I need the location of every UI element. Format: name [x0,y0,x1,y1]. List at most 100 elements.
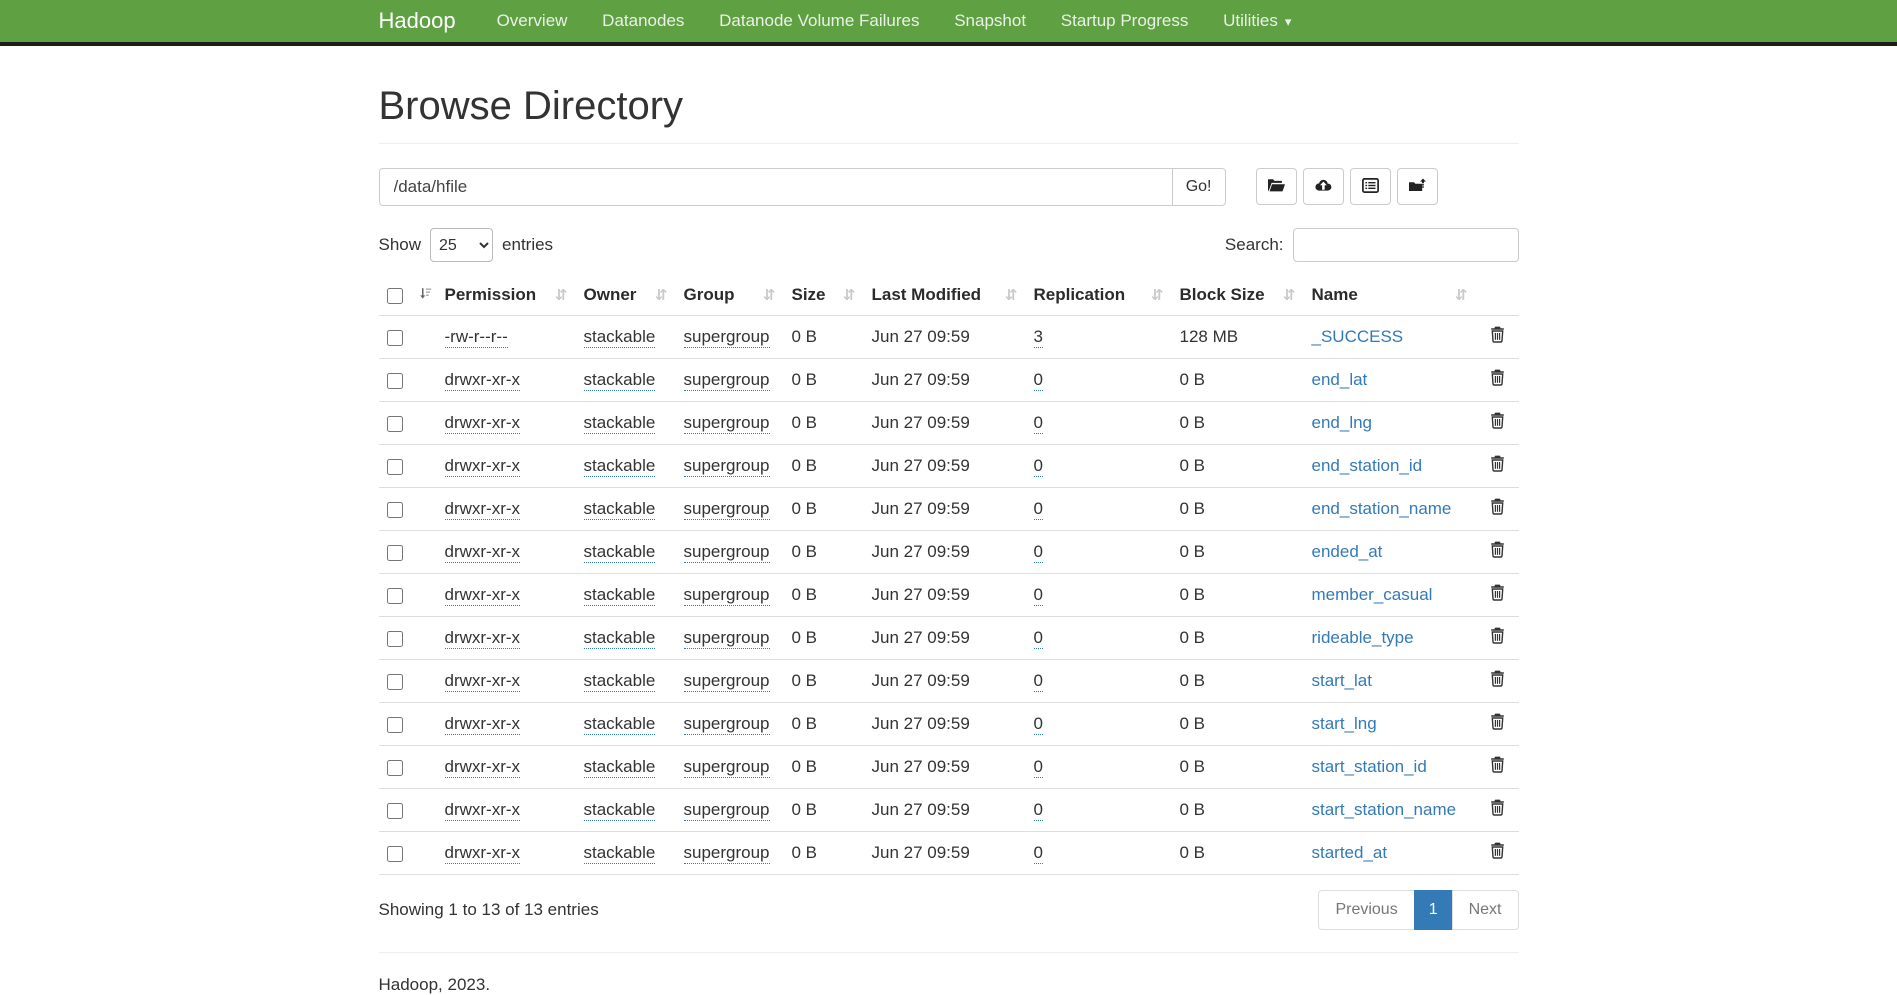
row-checkbox[interactable] [387,416,403,432]
directory-path-input[interactable] [379,168,1173,206]
delete-button[interactable] [1490,498,1505,515]
page-size-select[interactable]: 25 [430,228,493,262]
file-name-link[interactable]: start_lat [1312,671,1372,690]
header-replication[interactable]: Replication ⇵ [1026,275,1172,316]
search-input[interactable] [1293,228,1519,262]
row-checkbox[interactable] [387,502,403,518]
delete-button[interactable] [1490,842,1505,859]
brand-hadoop[interactable]: Hadoop [379,8,456,34]
row-checkbox[interactable] [387,760,403,776]
owner-value[interactable]: stackable [584,413,656,434]
group-value[interactable]: supergroup [684,671,770,692]
row-checkbox[interactable] [387,373,403,389]
nav-item-datanodes[interactable]: Datanodes [587,11,699,31]
owner-value[interactable]: stackable [584,757,656,778]
row-checkbox[interactable] [387,545,403,561]
file-name-link[interactable]: member_casual [1312,585,1433,604]
replication-value[interactable]: 0 [1034,628,1043,649]
header-last-modified[interactable]: Last Modified ⇵ [864,275,1026,316]
replication-value[interactable]: 0 [1034,843,1043,864]
owner-value[interactable]: stackable [584,327,656,348]
permission-value[interactable]: drwxr-xr-x [445,843,521,864]
group-value[interactable]: supergroup [684,370,770,391]
delete-button[interactable] [1490,369,1505,386]
owner-value[interactable]: stackable [584,714,656,735]
move-to-trash-toggle-button[interactable] [1397,168,1438,205]
group-value[interactable]: supergroup [684,413,770,434]
file-name-link[interactable]: start_station_name [1312,800,1457,819]
group-value[interactable]: supergroup [684,757,770,778]
header-block-size[interactable]: Block Size ⇵ [1172,275,1304,316]
delete-button[interactable] [1490,670,1505,687]
replication-value[interactable]: 0 [1034,370,1043,391]
delete-button[interactable] [1490,541,1505,558]
owner-value[interactable]: stackable [584,585,656,606]
delete-button[interactable] [1490,326,1505,343]
owner-value[interactable]: stackable [584,800,656,821]
permission-value[interactable]: drwxr-xr-x [445,413,521,434]
owner-value[interactable]: stackable [584,542,656,563]
replication-value[interactable]: 0 [1034,499,1043,520]
row-checkbox[interactable] [387,588,403,604]
create-directory-button[interactable] [1256,168,1297,205]
header-size[interactable]: Size ⇵ [784,275,864,316]
group-value[interactable]: supergroup [684,327,770,348]
delete-button[interactable] [1490,584,1505,601]
file-name-link[interactable]: start_lng [1312,714,1377,733]
group-value[interactable]: supergroup [684,585,770,606]
permission-value[interactable]: drwxr-xr-x [445,714,521,735]
owner-value[interactable]: stackable [584,456,656,477]
permission-value[interactable]: -rw-r--r-- [445,327,508,348]
row-checkbox[interactable] [387,803,403,819]
owner-value[interactable]: stackable [584,843,656,864]
group-value[interactable]: supergroup [684,542,770,563]
cut-paste-button[interactable] [1350,168,1391,205]
owner-value[interactable]: stackable [584,499,656,520]
group-value[interactable]: supergroup [684,456,770,477]
delete-button[interactable] [1490,799,1505,816]
select-all-checkbox[interactable] [387,288,403,304]
permission-value[interactable]: drwxr-xr-x [445,456,521,477]
row-checkbox[interactable] [387,330,403,346]
permission-value[interactable]: drwxr-xr-x [445,585,521,606]
header-group[interactable]: Group ⇵ [676,275,784,316]
group-value[interactable]: supergroup [684,800,770,821]
nav-item-overview[interactable]: Overview [482,11,583,31]
upload-file-button[interactable] [1303,168,1344,205]
group-value[interactable]: supergroup [684,628,770,649]
go-button[interactable]: Go! [1172,168,1226,206]
header-name[interactable]: Name ⇵ [1304,275,1476,316]
row-checkbox[interactable] [387,631,403,647]
permission-value[interactable]: drwxr-xr-x [445,542,521,563]
header-permission[interactable]: Permission ⇵ [437,275,576,316]
row-checkbox[interactable] [387,846,403,862]
file-name-link[interactable]: end_station_id [1312,456,1423,475]
nav-item-utilities-dropdown[interactable]: Utilities ▾ [1208,11,1306,31]
row-checkbox[interactable] [387,674,403,690]
group-value[interactable]: supergroup [684,843,770,864]
replication-value[interactable]: 0 [1034,542,1043,563]
file-name-link[interactable]: rideable_type [1312,628,1414,647]
replication-value[interactable]: 0 [1034,757,1043,778]
previous-page-button[interactable]: Previous [1318,890,1414,930]
permission-value[interactable]: drwxr-xr-x [445,757,521,778]
owner-value[interactable]: stackable [584,671,656,692]
row-checkbox[interactable] [387,459,403,475]
group-value[interactable]: supergroup [684,714,770,735]
replication-value[interactable]: 0 [1034,800,1043,821]
file-name-link[interactable]: end_station_name [1312,499,1452,518]
header-owner[interactable]: Owner ⇵ [576,275,676,316]
file-name-link[interactable]: end_lng [1312,413,1373,432]
nav-item-startup-progress[interactable]: Startup Progress [1046,11,1204,31]
header-select-all[interactable] [379,275,437,316]
replication-value[interactable]: 0 [1034,413,1043,434]
file-name-link[interactable]: started_at [1312,843,1388,862]
file-name-link[interactable]: _SUCCESS [1312,327,1404,346]
delete-button[interactable] [1490,455,1505,472]
row-checkbox[interactable] [387,717,403,733]
delete-button[interactable] [1490,412,1505,429]
replication-value[interactable]: 0 [1034,671,1043,692]
nav-item-datanode-volume-failures[interactable]: Datanode Volume Failures [704,11,934,31]
permission-value[interactable]: drwxr-xr-x [445,370,521,391]
next-page-button[interactable]: Next [1452,890,1519,930]
